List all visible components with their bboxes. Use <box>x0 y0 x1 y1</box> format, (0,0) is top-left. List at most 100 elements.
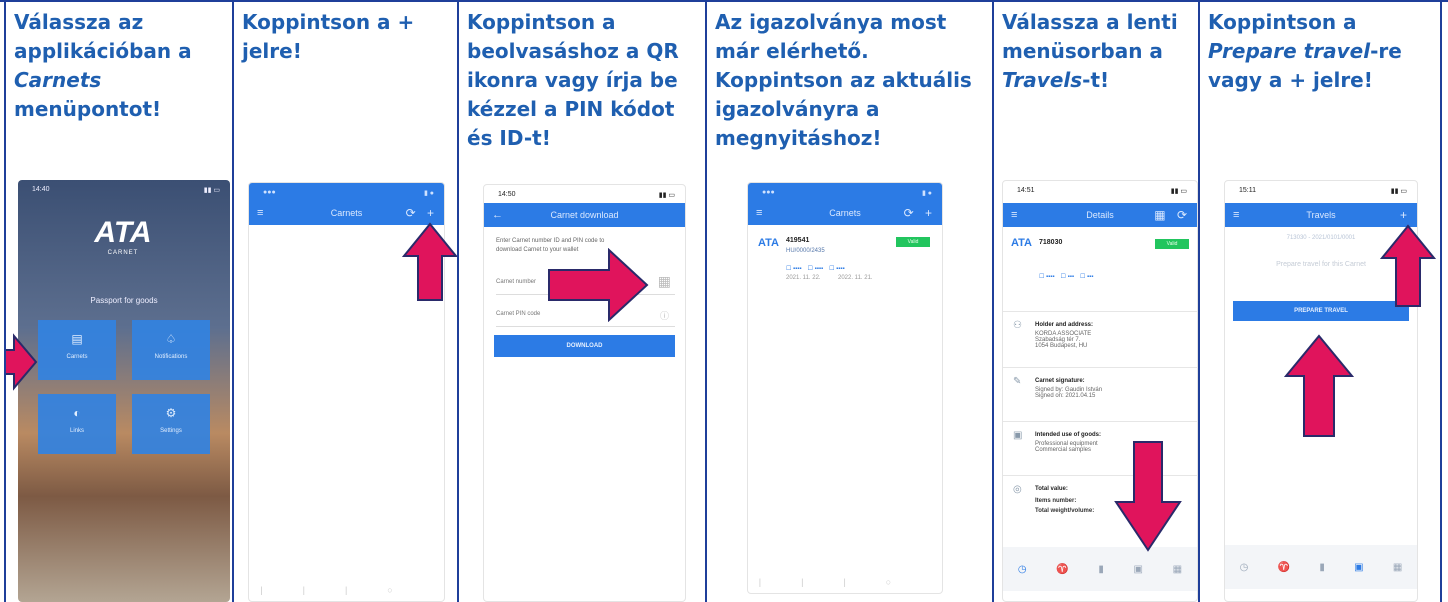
box-icon: ▣ <box>1013 430 1023 441</box>
carnet-sub: HU/0000/2435 <box>786 248 825 254</box>
tab-icon[interactable]: ▦ <box>1393 562 1402 573</box>
arrow-down-icon <box>1114 441 1182 552</box>
qr-refresh-icons[interactable]: ▦ ⟳ <box>1154 208 1191 222</box>
carnet-id: 718030 <box>1039 239 1063 246</box>
section-line: 1054 Budapest, HU <box>1035 343 1088 349</box>
step-panel-3: Koppintson a beolvasáshoz a QR ikonra va… <box>459 0 705 602</box>
field-label: Carnet PIN code <box>496 311 541 317</box>
app-title: Travels <box>1306 210 1336 220</box>
info-icon: ⓘ <box>659 311 669 321</box>
coin-icon: ◎ <box>1013 484 1022 495</box>
arrow-right-icon <box>6 333 38 391</box>
app-bar: ≡ Details ▦ ⟳ <box>1003 203 1197 227</box>
tab-icon[interactable]: ◷ <box>1240 562 1249 573</box>
section-title: Carnet signature: <box>1035 378 1085 384</box>
status-badge: Valid <box>1155 239 1189 249</box>
tab-travels-icon[interactable]: ▣ <box>1134 564 1143 575</box>
status-bar: 14:40 ▮▮ ▭ <box>18 180 230 198</box>
menu-icon[interactable]: ≡ <box>756 207 762 219</box>
pen-icon: ✎ <box>1013 376 1022 387</box>
bottom-tab-bar: ◷ ♈ ▮ ▣ ▦ <box>1003 547 1197 591</box>
card-icons: ☐ ▪▪▪▪ ☐ ▪▪▪ ☐ ▪▪▪ <box>1039 274 1094 280</box>
phone-screen: 14:40 ▮▮ ▭ ATA CARNET Passport for goods … <box>18 180 230 602</box>
battery-icon: ▮▮ ▭ <box>203 187 220 194</box>
section-title: Holder and address: <box>1035 322 1094 328</box>
arrow-up-icon <box>1284 334 1354 437</box>
battery-icon: ▮▮ ▭ <box>1170 188 1187 195</box>
instruction-text: Koppintson a + jelre! <box>242 10 415 63</box>
tile-settings[interactable]: ⚙ Settings <box>132 394 210 454</box>
app-title: Carnet download <box>550 210 619 220</box>
tab-icon[interactable]: ▮ <box>1098 564 1104 575</box>
step-panel-2: Koppintson a + jelre! ●●● ▮ ● ≡ Carnets ⟳ +… <box>234 0 457 602</box>
add-icon[interactable]: + <box>1400 208 1411 222</box>
carnets-icon: ▤ <box>71 332 83 346</box>
ata-logo: ATA CARNET <box>88 216 158 268</box>
tab-icon[interactable]: ▮ <box>1319 562 1325 573</box>
section-title: Intended use of goods: <box>1035 432 1101 438</box>
status-time: 15:11 <box>1239 187 1256 194</box>
nav-bar: |||○ <box>260 585 433 595</box>
status-badge: Valid <box>896 237 930 247</box>
card-icons: ☐ ▪▪▪▪ ☐ ▪▪▪▪ ☐ ▪▪▪▪ <box>786 266 845 272</box>
instruction-text: Válassza az applikációban a Carnets menü… <box>14 10 192 121</box>
tile-label: Links <box>69 428 84 434</box>
holder-section: ⚇ Holder and address: KORDA ASSOCIATE Szaba… <box>1003 311 1197 365</box>
battery-icon: ▮ ● <box>921 190 932 197</box>
step-panel-6: Koppintson a Prepare travel-re vagy a + … <box>1200 0 1440 602</box>
download-button[interactable]: DOWNLOAD <box>494 335 675 357</box>
ata-badge-icon: ATA <box>758 237 779 249</box>
qr-icon[interactable]: ▦ <box>658 273 671 290</box>
status-bar: 14:51 ▮▮ ▭ <box>1003 181 1197 199</box>
date-to: 2022. 11. 21. <box>838 275 873 281</box>
step-panel-4: Az igazolványa most már elérhető. Koppin… <box>707 0 992 602</box>
tab-travels-icon[interactable]: ▣ <box>1354 562 1363 573</box>
back-icon[interactable]: ← <box>492 209 503 221</box>
instruction-text: Az igazolványa most már elérhető. Koppin… <box>715 10 972 150</box>
ata-badge-icon: ATA <box>1011 237 1032 249</box>
tab-icon[interactable]: ♈ <box>1278 562 1290 573</box>
status-time: 14:40 <box>32 186 50 193</box>
status-time: 14:51 <box>1017 187 1035 194</box>
menu-icon[interactable]: ≡ <box>257 207 263 219</box>
app-title: Carnets <box>829 208 861 218</box>
menu-icon[interactable]: ≡ <box>1233 209 1239 221</box>
arrow-right-icon <box>548 248 649 322</box>
tab-icon[interactable]: ▦ <box>1173 564 1182 575</box>
tile-links[interactable]: ◐ Links <box>38 394 116 454</box>
arrow-up-icon <box>1380 224 1436 307</box>
battery-icon: ▮ ● <box>423 190 434 197</box>
instruction-text: Válassza a lenti menüsorban a Travels-t! <box>1002 10 1178 92</box>
status-bar: 14:50 ▮▮ ▭ <box>484 185 685 203</box>
logo-text: ATA <box>94 216 152 249</box>
instruction-text: Koppintson a beolvasáshoz a QR ikonra va… <box>467 10 679 150</box>
date-from: 2021. 11. 22. <box>786 275 821 281</box>
divider <box>1440 0 1442 602</box>
tile-carnets[interactable]: ▤ Carnets <box>38 320 116 380</box>
refresh-add-icons[interactable]: ⟳ + <box>406 206 438 220</box>
battery-icon: ▮▮ ▭ <box>658 192 675 199</box>
app-bar: ≡ Carnets ⟳ + <box>748 201 942 225</box>
app-title: Details <box>1086 210 1114 220</box>
phone-screen: ●●● ▮ ● ≡ Carnets ⟳ + ATA 419541 HU/0000/24… <box>747 182 943 594</box>
carnet-id: 419541 <box>786 237 810 244</box>
status-time: 14:50 <box>498 191 516 198</box>
tab-icon[interactable]: ♈ <box>1056 564 1068 575</box>
status-bar: 15:11 ▮▮ ▭ <box>1225 181 1417 199</box>
menu-icon[interactable]: ≡ <box>1011 209 1017 221</box>
field-label: Carnet number <box>496 279 537 285</box>
battery-icon: ▮▮ ▭ <box>1390 188 1407 195</box>
nav-bar: |||○ <box>758 577 932 587</box>
tab-details-icon[interactable]: ◷ <box>1018 564 1027 575</box>
tagline: Passport for goods <box>90 296 158 305</box>
logo-subtext: CARNET <box>107 250 139 256</box>
bell-icon: ♤ <box>165 332 177 346</box>
tile-label: Notifications <box>154 354 188 360</box>
bottom-tab-bar: ◷ ♈ ▮ ▣ ▦ <box>1225 545 1417 589</box>
step-panel-5: Válassza a lenti menüsorban a Travels-t!… <box>994 0 1198 602</box>
carnet-card[interactable]: ATA 419541 HU/0000/2435 Valid ☐ ▪▪▪▪ ☐ ▪… <box>754 231 936 295</box>
step-panel-1: Válassza az applikációban a Carnets menü… <box>6 0 232 602</box>
refresh-add-icons[interactable]: ⟳ + <box>904 206 936 220</box>
tile-notifications[interactable]: ♤ Notifications <box>132 320 210 380</box>
signature-section: ✎ Carnet signature: Signed by: Gaudin Istv… <box>1003 367 1197 417</box>
